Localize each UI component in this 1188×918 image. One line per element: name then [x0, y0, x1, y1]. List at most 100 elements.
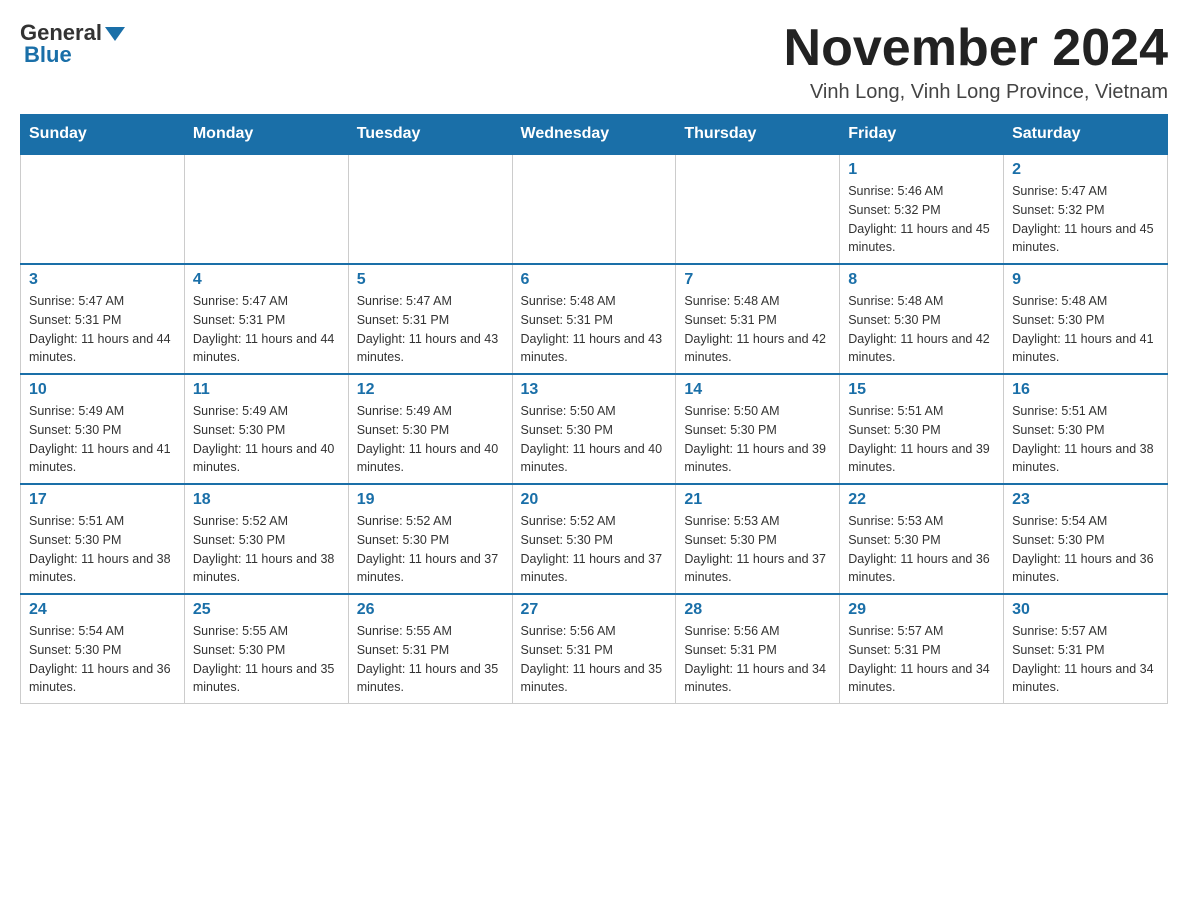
- cell-2-2: 4 Sunrise: 5:47 AMSunset: 5:31 PMDaylight…: [184, 264, 348, 374]
- page-title: November 2024: [784, 20, 1168, 77]
- cell-5-2: 25Sunrise: 5:55 AMSunset: 5:30 PMDayligh…: [184, 594, 348, 704]
- cell-5-5: 28Sunrise: 5:56 AMSunset: 5:31 PMDayligh…: [676, 594, 840, 704]
- day-number: 8: [848, 271, 995, 289]
- day-info: Sunrise: 5:47 AMSunset: 5:31 PMDaylight:…: [29, 292, 176, 367]
- header-sunday: Sunday: [21, 115, 185, 155]
- day-number: 19: [357, 491, 504, 509]
- day-number: 27: [521, 601, 668, 619]
- header: General Blue November 2024 Vinh Long, Vi…: [20, 20, 1168, 104]
- header-friday: Friday: [840, 115, 1004, 155]
- day-number: 4: [193, 271, 340, 289]
- day-info: Sunrise: 5:56 AMSunset: 5:31 PMDaylight:…: [521, 622, 668, 697]
- day-info: Sunrise: 5:53 AMSunset: 5:30 PMDaylight:…: [848, 512, 995, 587]
- day-number: 10: [29, 381, 176, 399]
- day-info: Sunrise: 5:49 AMSunset: 5:30 PMDaylight:…: [193, 402, 340, 477]
- cell-5-7: 30 Sunrise: 5:57 AMSunset: 5:31 PMDayligh…: [1004, 594, 1168, 704]
- day-number: 14: [684, 381, 831, 399]
- cell-1-1: [21, 154, 185, 264]
- day-info: Sunrise: 5:48 AMSunset: 5:30 PMDaylight:…: [848, 292, 995, 367]
- cell-1-7: 2 Sunrise: 5:47 AMSunset: 5:32 PMDaylight…: [1004, 154, 1168, 264]
- header-row: SundayMondayTuesdayWednesdayThursdayFrid…: [21, 115, 1168, 155]
- day-info: Sunrise: 5:49 AMSunset: 5:30 PMDaylight:…: [357, 402, 504, 477]
- day-info: Sunrise: 5:51 AMSunset: 5:30 PMDaylight:…: [1012, 402, 1159, 477]
- day-number: 5: [357, 271, 504, 289]
- header-tuesday: Tuesday: [348, 115, 512, 155]
- week-row-1: 1 Sunrise: 5:46 AMSunset: 5:32 PMDaylight…: [21, 154, 1168, 264]
- day-info: Sunrise: 5:56 AMSunset: 5:31 PMDaylight:…: [684, 622, 831, 697]
- day-number: 3: [29, 271, 176, 289]
- day-number: 30: [1012, 601, 1159, 619]
- day-info: Sunrise: 5:54 AMSunset: 5:30 PMDaylight:…: [1012, 512, 1159, 587]
- day-number: 23: [1012, 491, 1159, 509]
- header-wednesday: Wednesday: [512, 115, 676, 155]
- cell-5-1: 24Sunrise: 5:54 AMSunset: 5:30 PMDayligh…: [21, 594, 185, 704]
- day-number: 1: [848, 161, 995, 179]
- day-number: 15: [848, 381, 995, 399]
- day-info: Sunrise: 5:47 AMSunset: 5:32 PMDaylight:…: [1012, 182, 1159, 257]
- cell-1-3: [348, 154, 512, 264]
- cell-4-3: 19Sunrise: 5:52 AMSunset: 5:30 PMDayligh…: [348, 484, 512, 594]
- day-info: Sunrise: 5:53 AMSunset: 5:30 PMDaylight:…: [684, 512, 831, 587]
- day-number: 13: [521, 381, 668, 399]
- cell-1-2: [184, 154, 348, 264]
- day-number: 17: [29, 491, 176, 509]
- cell-2-1: 3 Sunrise: 5:47 AMSunset: 5:31 PMDaylight…: [21, 264, 185, 374]
- cell-1-6: 1 Sunrise: 5:46 AMSunset: 5:32 PMDaylight…: [840, 154, 1004, 264]
- cell-2-7: 9 Sunrise: 5:48 AMSunset: 5:30 PMDaylight…: [1004, 264, 1168, 374]
- cell-2-6: 8 Sunrise: 5:48 AMSunset: 5:30 PMDaylight…: [840, 264, 1004, 374]
- day-number: 16: [1012, 381, 1159, 399]
- day-number: 7: [684, 271, 831, 289]
- logo-arrow-icon: [105, 27, 125, 41]
- cell-2-4: 6 Sunrise: 5:48 AMSunset: 5:31 PMDaylight…: [512, 264, 676, 374]
- day-info: Sunrise: 5:51 AMSunset: 5:30 PMDaylight:…: [29, 512, 176, 587]
- day-info: Sunrise: 5:57 AMSunset: 5:31 PMDaylight:…: [1012, 622, 1159, 697]
- day-info: Sunrise: 5:57 AMSunset: 5:31 PMDaylight:…: [848, 622, 995, 697]
- day-info: Sunrise: 5:49 AMSunset: 5:30 PMDaylight:…: [29, 402, 176, 477]
- cell-3-4: 13 Sunrise: 5:50 AMSunset: 5:30 PMDayligh…: [512, 374, 676, 484]
- day-number: 2: [1012, 161, 1159, 179]
- day-info: Sunrise: 5:48 AMSunset: 5:31 PMDaylight:…: [521, 292, 668, 367]
- day-info: Sunrise: 5:47 AMSunset: 5:31 PMDaylight:…: [193, 292, 340, 367]
- cell-5-6: 29Sunrise: 5:57 AMSunset: 5:31 PMDayligh…: [840, 594, 1004, 704]
- day-info: Sunrise: 5:47 AMSunset: 5:31 PMDaylight:…: [357, 292, 504, 367]
- logo-blue-text: Blue: [24, 42, 72, 68]
- day-info: Sunrise: 5:55 AMSunset: 5:30 PMDaylight:…: [193, 622, 340, 697]
- calendar-table: SundayMondayTuesdayWednesdayThursdayFrid…: [20, 114, 1168, 704]
- cell-4-5: 21Sunrise: 5:53 AMSunset: 5:30 PMDayligh…: [676, 484, 840, 594]
- day-number: 6: [521, 271, 668, 289]
- header-thursday: Thursday: [676, 115, 840, 155]
- cell-3-6: 15 Sunrise: 5:51 AMSunset: 5:30 PMDayligh…: [840, 374, 1004, 484]
- week-row-2: 3 Sunrise: 5:47 AMSunset: 5:31 PMDaylight…: [21, 264, 1168, 374]
- day-info: Sunrise: 5:50 AMSunset: 5:30 PMDaylight:…: [684, 402, 831, 477]
- cell-3-5: 14 Sunrise: 5:50 AMSunset: 5:30 PMDayligh…: [676, 374, 840, 484]
- day-info: Sunrise: 5:54 AMSunset: 5:30 PMDaylight:…: [29, 622, 176, 697]
- cell-2-5: 7 Sunrise: 5:48 AMSunset: 5:31 PMDaylight…: [676, 264, 840, 374]
- cell-4-1: 17 Sunrise: 5:51 AMSunset: 5:30 PMDayligh…: [21, 484, 185, 594]
- cell-3-2: 11Sunrise: 5:49 AMSunset: 5:30 PMDayligh…: [184, 374, 348, 484]
- cell-4-7: 23 Sunrise: 5:54 AMSunset: 5:30 PMDayligh…: [1004, 484, 1168, 594]
- logo: General Blue: [20, 20, 125, 68]
- cell-4-6: 22 Sunrise: 5:53 AMSunset: 5:30 PMDayligh…: [840, 484, 1004, 594]
- cell-4-4: 20 Sunrise: 5:52 AMSunset: 5:30 PMDayligh…: [512, 484, 676, 594]
- day-info: Sunrise: 5:48 AMSunset: 5:31 PMDaylight:…: [684, 292, 831, 367]
- page-subtitle: Vinh Long, Vinh Long Province, Vietnam: [784, 81, 1168, 104]
- day-info: Sunrise: 5:52 AMSunset: 5:30 PMDaylight:…: [521, 512, 668, 587]
- day-info: Sunrise: 5:46 AMSunset: 5:32 PMDaylight:…: [848, 182, 995, 257]
- header-monday: Monday: [184, 115, 348, 155]
- day-number: 9: [1012, 271, 1159, 289]
- cell-3-1: 10 Sunrise: 5:49 AMSunset: 5:30 PMDayligh…: [21, 374, 185, 484]
- cell-5-3: 26Sunrise: 5:55 AMSunset: 5:31 PMDayligh…: [348, 594, 512, 704]
- cell-1-5: [676, 154, 840, 264]
- day-number: 20: [521, 491, 668, 509]
- week-row-3: 10 Sunrise: 5:49 AMSunset: 5:30 PMDayligh…: [21, 374, 1168, 484]
- day-info: Sunrise: 5:51 AMSunset: 5:30 PMDaylight:…: [848, 402, 995, 477]
- day-info: Sunrise: 5:55 AMSunset: 5:31 PMDaylight:…: [357, 622, 504, 697]
- day-info: Sunrise: 5:48 AMSunset: 5:30 PMDaylight:…: [1012, 292, 1159, 367]
- day-number: 22: [848, 491, 995, 509]
- day-info: Sunrise: 5:50 AMSunset: 5:30 PMDaylight:…: [521, 402, 668, 477]
- cell-3-7: 16 Sunrise: 5:51 AMSunset: 5:30 PMDayligh…: [1004, 374, 1168, 484]
- day-info: Sunrise: 5:52 AMSunset: 5:30 PMDaylight:…: [193, 512, 340, 587]
- week-row-4: 17 Sunrise: 5:51 AMSunset: 5:30 PMDayligh…: [21, 484, 1168, 594]
- cell-3-3: 12Sunrise: 5:49 AMSunset: 5:30 PMDayligh…: [348, 374, 512, 484]
- day-number: 18: [193, 491, 340, 509]
